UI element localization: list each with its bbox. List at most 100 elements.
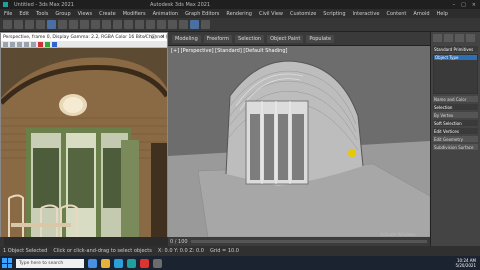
frame-buffer-toolbar <box>1 41 167 48</box>
menu-civil-view[interactable]: Civil View <box>259 11 283 17</box>
frame-counter: 0 / 100 <box>170 238 188 245</box>
menu-bar: File Edit Tools Group Views Create Modif… <box>0 9 480 18</box>
frame-buffer-title: Perspective, frame 0, Display Gamma: 2.2… <box>1 33 167 41</box>
menu-arnold[interactable]: Arnold <box>413 11 429 17</box>
red-channel-icon[interactable] <box>38 41 43 47</box>
modify-tab-icon[interactable] <box>444 34 453 42</box>
align-icon[interactable] <box>135 20 144 29</box>
task-view-icon[interactable] <box>88 258 97 268</box>
render-setup-icon[interactable] <box>179 20 188 29</box>
motion-tab-icon[interactable] <box>466 34 475 42</box>
menu-group[interactable]: Group <box>55 11 70 17</box>
green-channel-icon[interactable] <box>45 41 50 47</box>
angle-snap-icon[interactable] <box>113 20 122 29</box>
panel-row-primitives[interactable]: Standard Primitives <box>433 46 478 52</box>
menu-edit[interactable]: Edit <box>19 11 29 17</box>
print-icon[interactable] <box>24 41 29 47</box>
ribbon: Modeling Freeform Selection Object Paint… <box>168 32 430 46</box>
vfb-maximize-icon[interactable]: □ <box>151 34 156 40</box>
viewport-label[interactable]: [+] [Perspective] [Standard] [Default Sh… <box>171 48 287 54</box>
command-panel: Standard Primitives Object Type Name and… <box>430 32 480 246</box>
taskbar-search-input[interactable]: Type here to search <box>16 258 84 268</box>
menu-help[interactable]: Help <box>437 11 448 17</box>
edge-browser-icon[interactable] <box>114 258 123 268</box>
system-tray[interactable]: 10:24 AM 5/20/2021 <box>455 258 480 268</box>
time-slider[interactable]: 0 / 100 <box>168 237 430 246</box>
select-icon[interactable] <box>47 20 56 29</box>
max-app-icon[interactable] <box>127 258 136 268</box>
panel-row-by-vertex[interactable]: By Vertex <box>433 112 478 118</box>
ribbon-tab-freeform[interactable]: Freeform <box>203 34 233 43</box>
render-icon[interactable] <box>201 20 210 29</box>
redo-icon[interactable] <box>14 20 23 29</box>
layer-icon[interactable] <box>146 20 155 29</box>
render-frame-icon[interactable] <box>190 20 199 29</box>
maximize-icon[interactable]: □ <box>461 2 466 8</box>
tray-date: 5/20/2021 <box>455 263 476 268</box>
menu-create[interactable]: Create <box>99 11 116 17</box>
clone-window-icon[interactable] <box>17 41 22 47</box>
watermark-text: Activate Windows <box>380 232 416 237</box>
material-editor-icon[interactable] <box>168 20 177 29</box>
viewport-scene <box>168 46 430 237</box>
file-explorer-icon[interactable] <box>101 258 110 268</box>
ribbon-tab-modeling[interactable]: Modeling <box>172 34 201 43</box>
vfb-minimize-icon[interactable]: – <box>144 34 147 40</box>
frame-buffer-window: Perspective, frame 0, Display Gamma: 2.2… <box>0 32 168 237</box>
perspective-viewport[interactable]: [+] [Perspective] [Standard] [Default Sh… <box>168 46 430 237</box>
hierarchy-tab-icon[interactable] <box>455 34 464 42</box>
menu-modifiers[interactable]: Modifiers <box>123 11 146 17</box>
scale-icon[interactable] <box>91 20 100 29</box>
ribbon-tab-populate[interactable]: Populate <box>306 34 335 43</box>
menu-tools[interactable]: Tools <box>36 11 48 17</box>
vfb-close-icon[interactable]: × <box>161 34 165 40</box>
menu-rendering[interactable]: Rendering <box>226 11 252 17</box>
windows-start-icon[interactable] <box>2 258 12 268</box>
cabin-render-graphic <box>1 48 167 237</box>
command-panel-tabs <box>431 32 480 44</box>
panel-row-selection[interactable]: Selection <box>433 104 478 110</box>
menu-views[interactable]: Views <box>78 11 92 17</box>
menu-graph-editors[interactable]: Graph Editors <box>185 11 219 17</box>
clear-icon[interactable] <box>31 41 36 47</box>
menu-customize[interactable]: Customize <box>290 11 316 17</box>
chrome-icon[interactable] <box>140 258 149 268</box>
ribbon-tab-selection[interactable]: Selection <box>235 34 265 43</box>
status-bar: 1 Object Selected Click or click-and-dra… <box>0 246 480 256</box>
panel-row-edit-geometry[interactable]: Edit Geometry <box>433 136 478 142</box>
snap-icon[interactable] <box>102 20 111 29</box>
create-tab-icon[interactable] <box>433 34 442 42</box>
blue-channel-icon[interactable] <box>52 41 57 47</box>
menu-content[interactable]: Content <box>386 11 406 17</box>
modifier-stack-list[interactable]: Object Type <box>433 54 478 94</box>
status-selection-text: 1 Object Selected <box>3 248 48 254</box>
titlebar-left-text: Untitled - 3ds Max 2021 <box>14 1 74 8</box>
link-icon[interactable] <box>25 20 34 29</box>
menu-animation[interactable]: Animation <box>153 11 179 17</box>
time-slider-track[interactable] <box>190 240 427 243</box>
menu-interactive[interactable]: Interactive <box>353 11 380 17</box>
ribbon-tab-object-paint[interactable]: Object Paint <box>267 34 304 43</box>
copy-image-icon[interactable] <box>10 41 15 47</box>
panel-row-subdivision[interactable]: Subdivision Surface <box>433 144 478 150</box>
settings-icon[interactable] <box>153 258 162 268</box>
save-image-icon[interactable] <box>3 41 8 47</box>
rendered-image <box>1 48 167 237</box>
panel-row-edit-vertices[interactable]: Edit Vertices <box>433 128 478 134</box>
rotate-icon[interactable] <box>80 20 89 29</box>
close-icon[interactable]: × <box>472 2 476 8</box>
menu-file[interactable]: File <box>4 11 12 17</box>
minimize-icon[interactable]: – <box>453 2 456 8</box>
panel-row-soft-selection[interactable]: Soft Selection <box>433 120 478 126</box>
unlink-icon[interactable] <box>36 20 45 29</box>
move-icon[interactable] <box>69 20 78 29</box>
curve-editor-icon[interactable] <box>157 20 166 29</box>
status-hint-text: Click or click-and-drag to select object… <box>53 248 152 254</box>
modifier-stack-selected[interactable]: Object Type <box>434 55 477 60</box>
menu-scripting[interactable]: Scripting <box>323 11 345 17</box>
undo-icon[interactable] <box>3 20 12 29</box>
status-coords: X: 0.0 Y: 0.0 Z: 0.0 <box>157 248 204 254</box>
panel-row-name-color[interactable]: Name and Color <box>433 96 478 102</box>
mirror-icon[interactable] <box>124 20 133 29</box>
select-by-name-icon[interactable] <box>58 20 67 29</box>
